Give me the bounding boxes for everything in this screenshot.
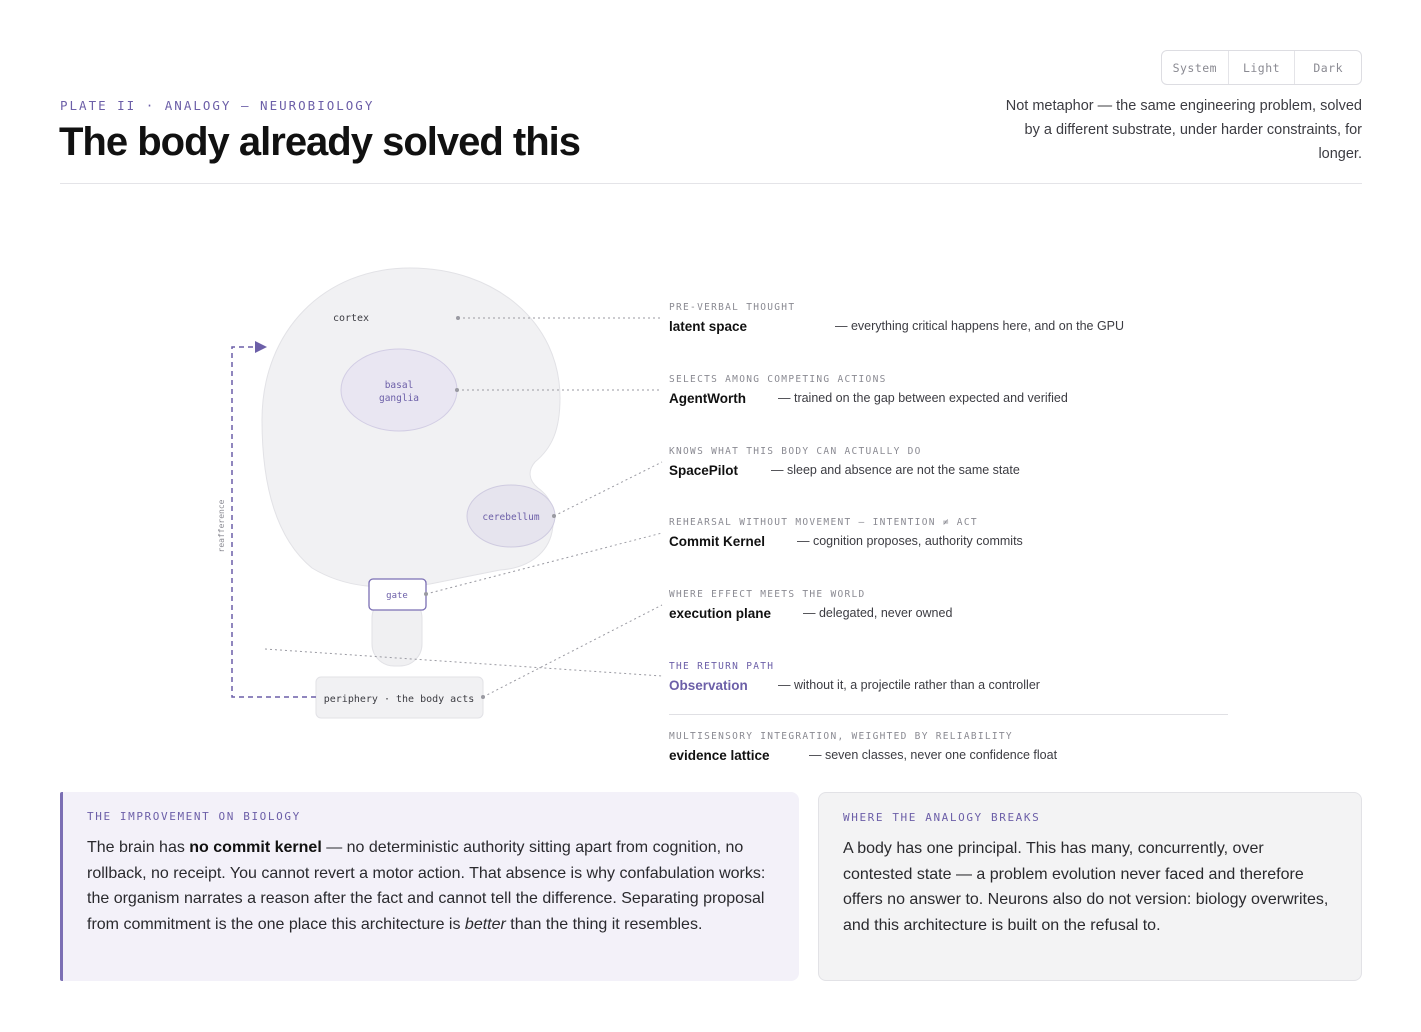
- brain-stem: [371, 595, 423, 667]
- reafference-label: reafference: [217, 499, 226, 552]
- annotation-desc: — cognition proposes, authority commits: [797, 534, 1023, 548]
- annotation-name: execution plane: [669, 606, 772, 621]
- page-title: The body already solved this: [59, 120, 581, 164]
- reafference-path: [231, 341, 316, 698]
- brain-outline: [261, 267, 561, 588]
- annotation-desc: — everything critical happens here, and …: [835, 319, 1125, 333]
- annotation-observation: THE RETURN PATH Observation — without it…: [669, 661, 1040, 695]
- periphery-box: [315, 676, 484, 719]
- improvement-card-body: The brain has no commit kernel — no dete…: [87, 835, 775, 938]
- annotation-desc: — delegated, never owned: [803, 606, 953, 620]
- annotation-tag: MULTISENSORY INTEGRATION, WEIGHTED BY RE…: [669, 731, 1013, 742]
- annotation-tag: PRE-VERBAL THOUGHT: [669, 302, 796, 313]
- periphery-label: periphery · the body acts: [324, 694, 475, 705]
- leader-line-periphery: [482, 604, 663, 698]
- leader-dot-basal-ganglia: [455, 388, 459, 392]
- annotation-desc: — without it, a projectile rather than a…: [778, 678, 1040, 692]
- improvement-text-post: than the thing it resembles.: [505, 916, 703, 934]
- annotation-spacepilot: KNOWS WHAT THIS BODY CAN ACTUALLY DO Spa…: [669, 446, 1020, 480]
- annotation-divider: [669, 714, 1228, 715]
- annotation-name: Observation: [669, 678, 748, 693]
- leader-dot-cortex: [456, 316, 460, 320]
- annotation-tag: THE RETURN PATH: [669, 661, 775, 672]
- annotation-name: SpacePilot: [669, 463, 739, 478]
- annotation-name: evidence lattice: [669, 748, 770, 763]
- improvement-card: THE IMPROVEMENT ON BIOLOGY The brain has…: [60, 792, 799, 981]
- annotation-evidence-lattice: MULTISENSORY INTEGRATION, WEIGHTED BY RE…: [669, 731, 1057, 765]
- leader-line-cerebellum: [553, 461, 663, 517]
- annotation-tag: KNOWS WHAT THIS BODY CAN ACTUALLY DO: [669, 446, 922, 457]
- leader-dot-periphery: [481, 695, 485, 699]
- cortex-label: cortex: [333, 313, 369, 324]
- improvement-text-pre: The brain has: [87, 839, 190, 856]
- theme-option-system[interactable]: System: [1162, 51, 1229, 84]
- annotation-commit-kernel: REHEARSAL WITHOUT MOVEMENT — INTENTION ≠…: [669, 517, 1023, 551]
- annotation-name: Commit Kernel: [669, 534, 766, 549]
- annotation-tag: WHERE EFFECT MEETS THE WORLD: [669, 589, 866, 600]
- annotation-tag: SELECTS AMONG COMPETING ACTIONS: [669, 374, 887, 385]
- basal-ganglia-label-line1: basal: [385, 380, 414, 391]
- annotation-name: latent space: [669, 319, 748, 334]
- annotation-execution-plane: WHERE EFFECT MEETS THE WORLD execution p…: [669, 589, 952, 623]
- improvement-text-em: better: [464, 916, 506, 934]
- leader-dot-cerebellum: [552, 514, 556, 518]
- annotation-agentworth: SELECTS AMONG COMPETING ACTIONS AgentWor…: [669, 374, 1068, 408]
- basal-ganglia-label-line2: ganglia: [379, 393, 419, 404]
- leader-line-gate: [425, 532, 663, 595]
- annotation-latent-space: PRE-VERBAL THOUGHT latent space — everyt…: [669, 302, 1124, 336]
- analogy-breaks-label: WHERE THE ANALOGY BREAKS: [843, 811, 1041, 824]
- annotation-tag: REHEARSAL WITHOUT MOVEMENT — INTENTION ≠…: [669, 517, 978, 528]
- leader-dot-gate: [424, 592, 428, 596]
- gate-box: [368, 578, 427, 611]
- basal-ganglia: [340, 348, 458, 432]
- page-subtitle: Not metaphor — the same engineering prob…: [1005, 98, 1362, 162]
- annotation-name: AgentWorth: [669, 391, 746, 406]
- improvement-card-label: THE IMPROVEMENT ON BIOLOGY: [87, 810, 301, 823]
- theme-switch: System Light Dark: [1161, 50, 1362, 85]
- annotation-desc: — trained on the gap between expected an…: [778, 391, 1068, 405]
- theme-option-dark[interactable]: Dark: [1295, 51, 1361, 84]
- gate-label: gate: [386, 591, 408, 601]
- cerebellum-label: cerebellum: [482, 512, 539, 523]
- leader-line-observation: [264, 648, 663, 677]
- analogy-breaks-body: A body has one principal. This has many,…: [843, 840, 1329, 935]
- annotation-desc: — sleep and absence are not the same sta…: [771, 463, 1020, 477]
- cerebellum: [466, 484, 556, 548]
- theme-option-light[interactable]: Light: [1229, 51, 1296, 84]
- eyebrow: PLATE II · ANALOGY — NEUROBIOLOGY: [60, 98, 375, 113]
- analogy-breaks-card: WHERE THE ANALOGY BREAKS A body has one …: [818, 792, 1362, 981]
- annotation-desc: — seven classes, never one confidence fl…: [809, 748, 1058, 762]
- header-divider: [60, 183, 1362, 184]
- improvement-text-strong: no commit kernel: [189, 839, 322, 856]
